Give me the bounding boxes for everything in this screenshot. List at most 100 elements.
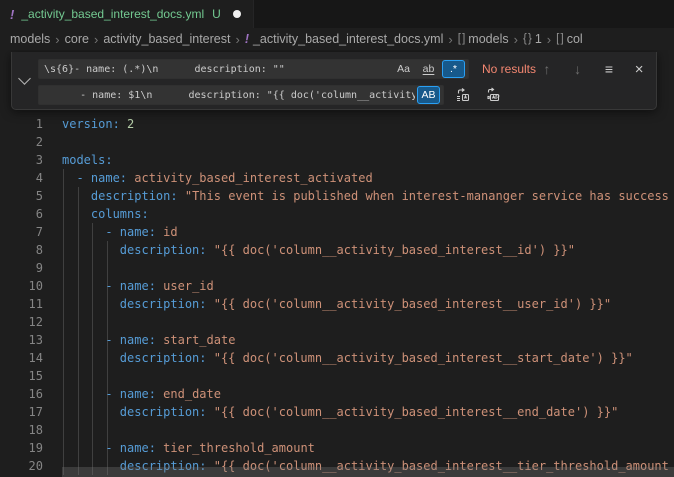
yaml-file-icon: ! (245, 32, 249, 46)
line-number[interactable]: 4 (0, 169, 43, 187)
match-case-button[interactable]: Aa (392, 60, 415, 78)
breadcrumb: models › core › activity_based_interest ›! _ac… (0, 28, 674, 50)
find-input[interactable]: \s{6}- name: (.*)\n description: "" Aa a… (38, 59, 469, 79)
line-number[interactable]: 18 (0, 421, 43, 439)
array-symbol-icon: [ ] (556, 33, 563, 45)
code-text: version: 2 (62, 115, 134, 133)
code-line[interactable]: 5 description: "This event is published … (0, 187, 674, 205)
code-line[interactable]: 17 description: "{{ doc('column__activit… (0, 403, 674, 421)
code-line[interactable]: 19 - name: tier_threshold_amount (0, 439, 674, 457)
breadcrumb-item[interactable]: activity_based_interest (103, 32, 230, 46)
code-text: description: "{{ doc('column__activity_b… (62, 295, 611, 313)
code-line[interactable]: 8 description: "{{ doc('column__activity… (0, 241, 674, 259)
line-number[interactable]: 15 (0, 367, 43, 385)
line-number[interactable]: 2 (0, 133, 43, 151)
code-line[interactable]: 1 version: 2 (0, 115, 674, 133)
replace-value-text: - name: $1\n description: "{{ doc('colum… (44, 90, 415, 101)
modified-indicator-dot[interactable] (233, 10, 241, 18)
code-line[interactable]: 18 (0, 421, 674, 439)
code-text: - name: end_date (62, 385, 221, 403)
code-text: description: "This event is published wh… (62, 187, 669, 205)
code-text: columns: (62, 205, 149, 223)
breadcrumb-separator-icon: › (55, 32, 59, 47)
breadcrumb-label: _activity_based_interest_docs.yml (253, 32, 443, 46)
tab-activity-based-interest-docs[interactable]: ! _activity_based_interest_docs.yml U (0, 0, 254, 28)
line-number[interactable]: 3 (0, 151, 43, 169)
code-line[interactable]: 12 (0, 313, 674, 331)
close-find-widget-button[interactable]: × (628, 59, 650, 79)
regex-button[interactable]: .* (442, 60, 465, 78)
editor-pane[interactable]: 1version: 223models:4 - name: activity_b… (0, 50, 674, 477)
line-number[interactable]: 8 (0, 241, 43, 259)
breadcrumb-label: col (567, 32, 583, 46)
line-number[interactable]: 1 (0, 115, 43, 133)
code-text: description: "{{ doc('column__activity_b… (62, 403, 618, 421)
breadcrumb-label: 1 (535, 32, 542, 46)
code-text: - name: id (62, 223, 178, 241)
line-number[interactable]: 14 (0, 349, 43, 367)
yaml-file-icon: ! (10, 7, 14, 22)
line-number[interactable]: 6 (0, 205, 43, 223)
code-line[interactable]: 6 columns: (0, 205, 674, 223)
whole-word-button[interactable]: ab (417, 60, 440, 78)
breadcrumb-item[interactable]: models (10, 32, 50, 46)
breadcrumb-item[interactable]: [ ]models (458, 32, 509, 46)
code-text: models: (62, 151, 113, 169)
line-number[interactable]: 11 (0, 295, 43, 313)
code-line[interactable]: 14 description: "{{ doc('column__activit… (0, 349, 674, 367)
chevron-down-icon (18, 72, 31, 85)
line-number[interactable]: 16 (0, 385, 43, 403)
next-match-button[interactable]: ↓ (567, 59, 589, 79)
object-symbol-icon: { } (523, 33, 531, 45)
code-line[interactable]: 16 - name: end_date (0, 385, 674, 403)
find-status: No results (482, 62, 536, 76)
code-line[interactable]: 2 (0, 133, 674, 151)
breadcrumb-item[interactable]: [ ] col (556, 32, 583, 46)
find-replace-widget: \s{6}- name: (.*)\n description: "" Aa a… (11, 52, 657, 110)
code-area: 1version: 223models:4 - name: activity_b… (0, 115, 674, 475)
code-line[interactable]: 13 - name: start_date (0, 331, 674, 349)
replace-input[interactable]: - name: $1\n description: "{{ doc('colum… (38, 85, 444, 105)
line-number[interactable]: 13 (0, 331, 43, 349)
code-line[interactable]: 3 models: (0, 151, 674, 169)
breadcrumb-item[interactable]: core (65, 32, 89, 46)
code-text: - name: activity_based_interest_activate… (62, 169, 373, 187)
breadcrumb-label: models (10, 32, 50, 46)
code-line[interactable]: 7 - name: id (0, 223, 674, 241)
line-number[interactable]: 5 (0, 187, 43, 205)
breadcrumb-item[interactable]: { } 1 (523, 32, 542, 46)
replace-all-button[interactable] (482, 85, 504, 105)
breadcrumb-separator-icon: › (547, 32, 551, 47)
replace-button[interactable] (452, 85, 474, 105)
code-line[interactable]: 15 (0, 367, 674, 385)
breadcrumb-separator-icon: › (235, 32, 239, 47)
line-number[interactable]: 19 (0, 439, 43, 457)
line-number[interactable]: 20 (0, 457, 43, 475)
find-in-selection-button[interactable]: ≡ (598, 59, 620, 79)
breadcrumb-item[interactable]: ! _activity_based_interest_docs.yml (245, 32, 444, 46)
code-text: - name: tier_threshold_amount (62, 439, 315, 457)
code-line[interactable]: 9 (0, 259, 674, 277)
replace-all-icon (485, 87, 501, 103)
git-status-badge: U (212, 7, 221, 21)
breadcrumb-label: models (468, 32, 508, 46)
find-query-text: \s{6}- name: (.*)\n description: "" (44, 64, 390, 75)
tab-filename: _activity_based_interest_docs.yml (21, 7, 204, 21)
line-number[interactable]: 9 (0, 259, 43, 277)
code-text: - name: start_date (62, 331, 235, 349)
code-line[interactable]: 4 - name: activity_based_interest_activa… (0, 169, 674, 187)
breadcrumb-label: activity_based_interest (103, 32, 230, 46)
previous-match-button[interactable]: ↑ (536, 59, 558, 79)
array-symbol-icon: [ ] (458, 33, 465, 45)
line-number[interactable]: 12 (0, 313, 43, 331)
code-text: description: "{{ doc('column__activity_b… (62, 349, 633, 367)
toggle-replace-button[interactable] (12, 52, 37, 109)
preserve-case-button[interactable]: AB (417, 86, 440, 104)
line-number[interactable]: 17 (0, 403, 43, 421)
line-number[interactable]: 7 (0, 223, 43, 241)
line-number[interactable]: 10 (0, 277, 43, 295)
code-text: - name: user_id (62, 277, 214, 295)
code-line[interactable]: 11 description: "{{ doc('column__activit… (0, 295, 674, 313)
code-line[interactable]: 10 - name: user_id (0, 277, 674, 295)
horizontal-scrollbar[interactable] (62, 467, 674, 477)
